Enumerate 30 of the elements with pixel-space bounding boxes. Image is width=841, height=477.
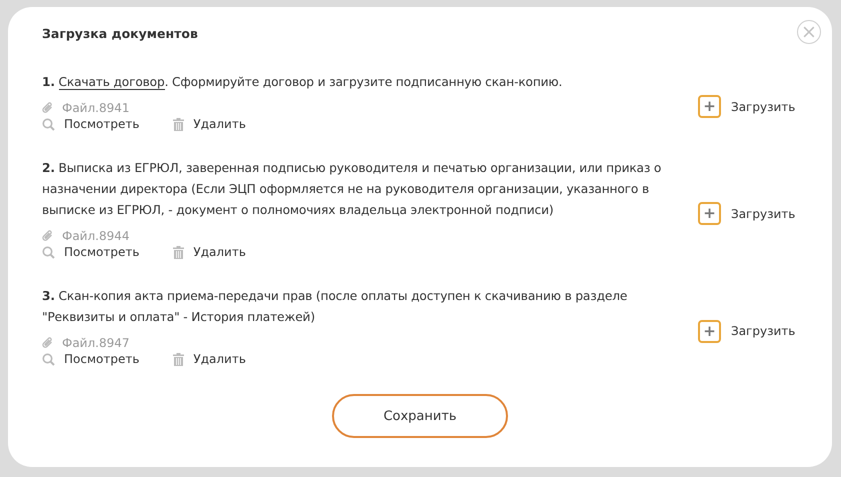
file-name: Файл.8947	[62, 336, 130, 350]
paperclip-icon	[42, 337, 54, 349]
upload-link[interactable]: + Загрузить	[698, 95, 798, 118]
plus-icon: +	[698, 320, 721, 342]
plus-icon: +	[698, 95, 721, 118]
paperclip-icon	[42, 230, 54, 242]
download-link[interactable]: Скачать договор	[58, 75, 165, 90]
view-link[interactable]: Посмотреть	[42, 117, 140, 131]
upload-link[interactable]: + Загрузить	[698, 320, 798, 342]
plus-icon: +	[698, 202, 721, 225]
search-icon	[42, 352, 55, 366]
view-link[interactable]: Посмотреть	[42, 352, 140, 366]
trash-icon	[173, 352, 184, 366]
view-link[interactable]: Посмотреть	[42, 245, 140, 259]
document-description: 1. Скачать договор. Сформируйте договор и загрузите подписанную скан-копию.	[42, 74, 564, 92]
delete-link[interactable]: Удалить	[173, 245, 246, 259]
file-name: Файл.8944	[62, 229, 130, 243]
search-icon	[42, 246, 55, 258]
trash-icon	[173, 118, 184, 130]
file-name: Файл.8941	[62, 101, 130, 115]
delete-link[interactable]: Удалить	[173, 117, 246, 131]
trash-icon	[173, 246, 184, 258]
dialog-title: Загрузка документов	[42, 25, 199, 43]
document-description: 3. Скан-копия акта приема-передачи прав (после оплаты доступен к скачиванию в разделе "Реквизиты и оплата" - История платежей)	[42, 288, 628, 326]
delete-link[interactable]: Удалить	[173, 352, 246, 366]
paperclip-icon	[42, 102, 54, 114]
document-description: 2. Выписка из ЕГРЮЛ, заверенная подписью руководителя и печатью организации, или приказ о назначении директора (Если ЭЦП оформляется не на руководителя организации, указанного в выписке из ЕГРЮЛ, - документ о полномочиях владельца электронной подписи)	[42, 160, 662, 219]
upload-link[interactable]: + Загрузить	[698, 202, 798, 225]
save-button[interactable]: Сохранить	[332, 394, 508, 438]
search-icon	[42, 118, 55, 130]
